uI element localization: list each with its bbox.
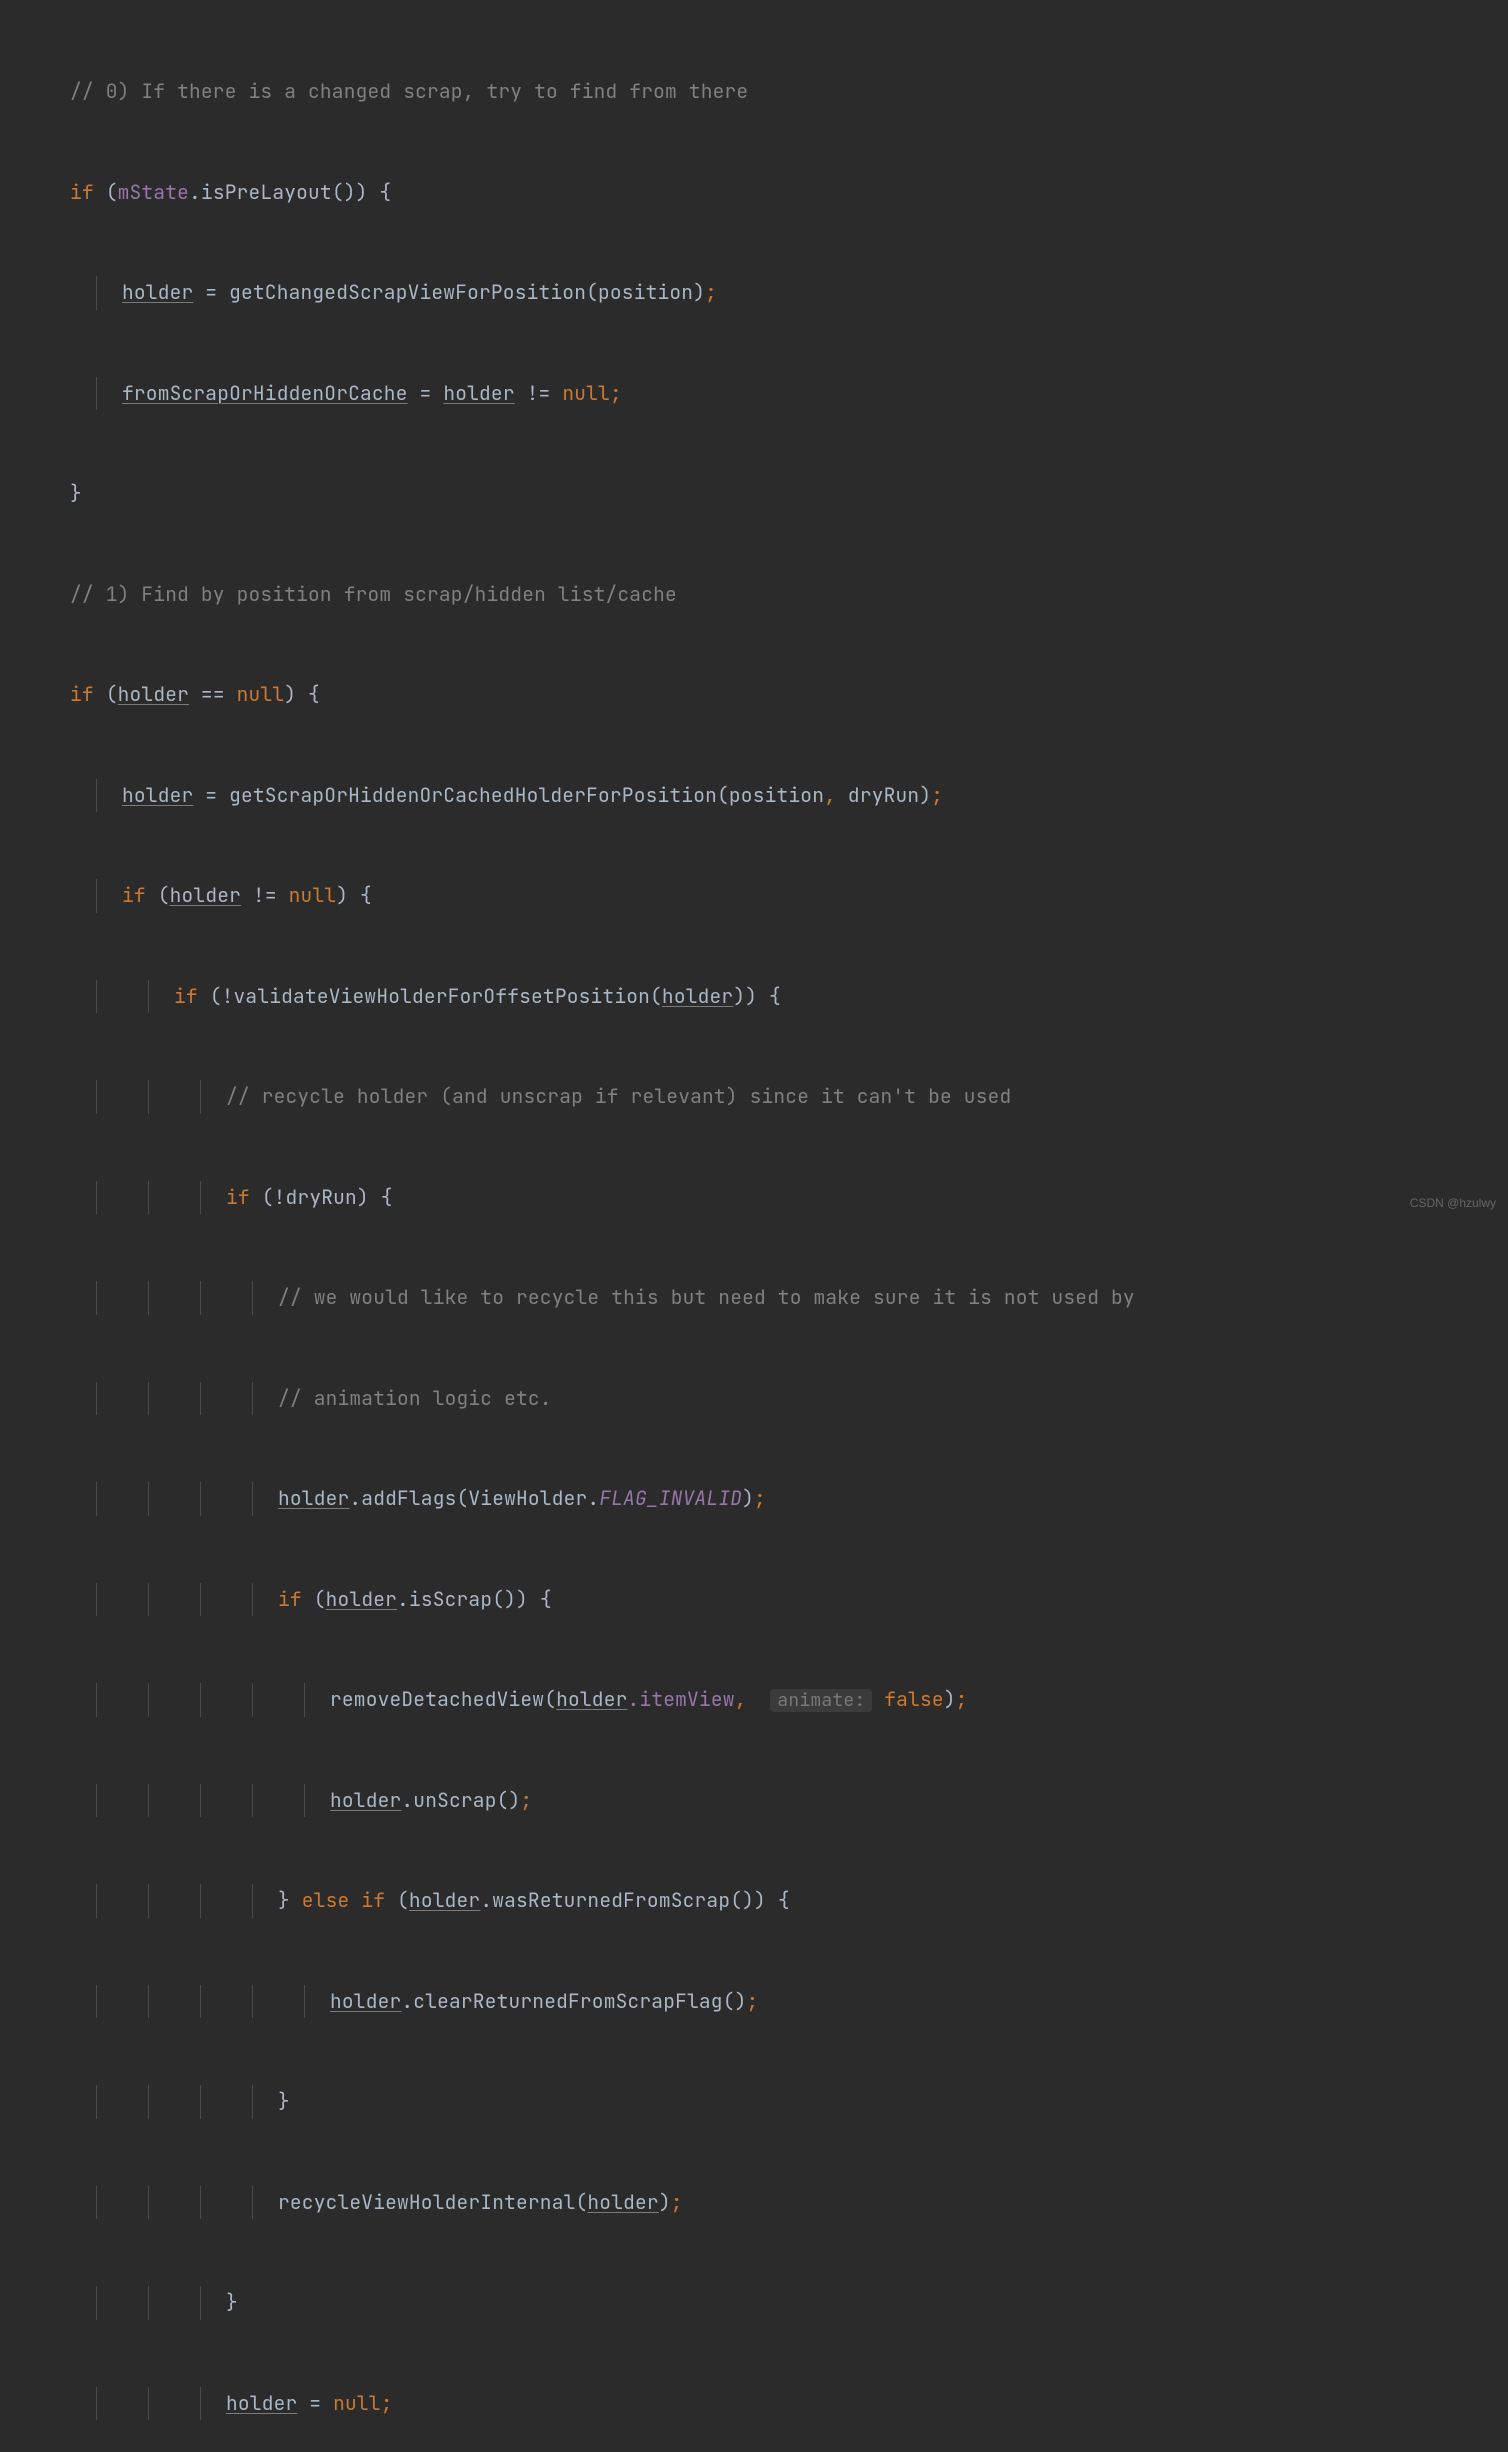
code-line: holder = getChangedScrapViewForPosition(… [18, 276, 1508, 310]
comment-text: // 0) If there is a changed scrap, try t… [70, 78, 748, 104]
code-line: } else if (holder.wasReturnedFromScrap()… [18, 1884, 1508, 1918]
watermark-text: CSDN @hzulwy [1410, 1187, 1496, 1221]
code-line: // 1) Find by position from scrap/hidden… [18, 578, 1508, 612]
code-line: fromScrapOrHiddenOrCache = holder != nul… [18, 377, 1508, 411]
code-line: // recycle holder (and unscrap if releva… [18, 1080, 1508, 1114]
code-line: if (!dryRun) { [18, 1181, 1508, 1215]
code-line: // we would like to recycle this but nee… [18, 1281, 1508, 1315]
code-line: if (holder.isScrap()) { [18, 1583, 1508, 1617]
code-line: holder = getScrapOrHiddenOrCachedHolderF… [18, 779, 1508, 813]
code-line: // 0) If there is a changed scrap, try t… [18, 75, 1508, 109]
code-line: holder = null; [18, 2387, 1508, 2421]
parameter-hint: animate: [770, 1689, 872, 1712]
comment-text: // we would like to recycle this but nee… [278, 1284, 1135, 1310]
code-line: if (mState.isPreLayout()) { [18, 176, 1508, 210]
code-line: if (!validateViewHolderForOffsetPosition… [18, 980, 1508, 1014]
code-line: recycleViewHolderInternal(holder); [18, 2186, 1508, 2220]
code-line: if (holder == null) { [18, 678, 1508, 712]
code-line: // animation logic etc. [18, 1382, 1508, 1416]
comment-text: // 1) Find by position from scrap/hidden… [70, 581, 677, 607]
code-editor[interactable]: // 0) If there is a changed scrap, try t… [0, 0, 1508, 2452]
comment-text: // animation logic etc. [278, 1385, 552, 1411]
code-line: removeDetachedView(holder.itemView, anim… [18, 1683, 1508, 1717]
comment-text: // recycle holder (and unscrap if releva… [226, 1083, 1011, 1109]
code-line: } [18, 2085, 1508, 2119]
code-line: holder.addFlags(ViewHolder.FLAG_INVALID)… [18, 1482, 1508, 1516]
code-line: } [18, 477, 1508, 511]
code-line: holder.unScrap(); [18, 1784, 1508, 1818]
code-line: if (holder != null) { [18, 879, 1508, 913]
code-line: } [18, 2286, 1508, 2320]
code-line: holder.clearReturnedFromScrapFlag(); [18, 1985, 1508, 2019]
